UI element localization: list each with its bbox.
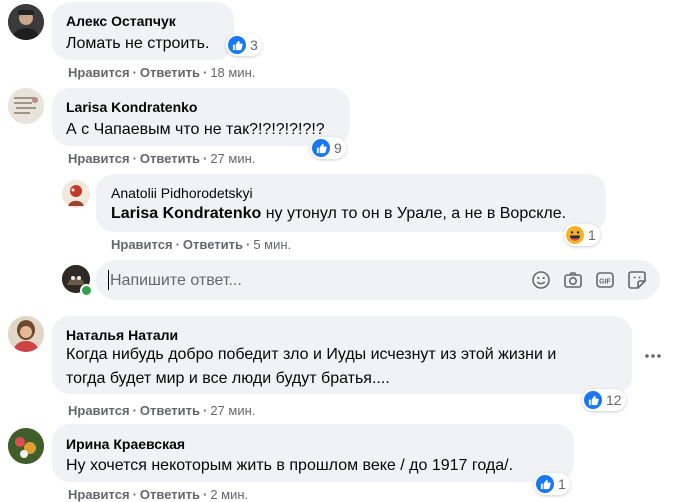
avatar-image bbox=[8, 428, 44, 464]
gif-icon[interactable]: GIF bbox=[594, 269, 616, 291]
more-options-icon[interactable] bbox=[639, 342, 667, 370]
comment-author[interactable]: Алекс Остапчук bbox=[66, 13, 176, 29]
like-button[interactable]: Нравится bbox=[68, 151, 130, 166]
like-icon bbox=[536, 475, 554, 493]
comment-actions: Нравится · Ответить · 2 мин. bbox=[68, 487, 248, 502]
separator: · bbox=[202, 487, 208, 502]
mention-link[interactable]: Larisa Kondratenko bbox=[111, 205, 261, 222]
reply-button[interactable]: Ответить bbox=[140, 151, 200, 166]
reaction-summary[interactable]: 12 bbox=[582, 389, 626, 411]
separator: · bbox=[132, 487, 137, 502]
camera-icon[interactable] bbox=[562, 269, 584, 291]
separator: · bbox=[202, 151, 208, 166]
comment-author[interactable]: Ирина Краевская bbox=[66, 436, 185, 452]
reply-button[interactable]: Ответить bbox=[140, 403, 200, 418]
comment-text: А с Чапаевым что не так?!?!?!?!?!? bbox=[66, 121, 325, 138]
comment-actions: Нравится · Ответить · 27 мин. bbox=[68, 403, 255, 418]
comment-text: Ну хочется некоторым жить в прошлом веке… bbox=[66, 457, 514, 474]
comment-actions: Нравится · Ответить · 27 мин. bbox=[68, 151, 255, 166]
reply-input[interactable] bbox=[108, 268, 492, 294]
timestamp[interactable]: 18 мин. bbox=[210, 65, 255, 80]
avatar[interactable] bbox=[8, 316, 44, 352]
reaction-count: 3 bbox=[250, 37, 258, 53]
reaction-summary[interactable]: 9 bbox=[310, 137, 346, 159]
avatar[interactable] bbox=[8, 4, 44, 40]
timestamp[interactable]: 27 мин. bbox=[210, 151, 255, 166]
avatar-image bbox=[8, 88, 44, 124]
separator: · bbox=[245, 237, 251, 252]
timestamp[interactable]: 5 мин. bbox=[253, 237, 291, 252]
avatar-image bbox=[8, 316, 44, 352]
reaction-count: 1 bbox=[558, 476, 566, 492]
comment-actions: Нравится · Ответить · 18 мин. bbox=[68, 65, 255, 80]
avatar[interactable] bbox=[8, 428, 44, 464]
sticker-icon[interactable] bbox=[626, 269, 648, 291]
reaction-count: 9 bbox=[334, 140, 342, 156]
reaction-summary[interactable]: 3 bbox=[226, 34, 262, 56]
timestamp[interactable]: 27 мин. bbox=[210, 403, 255, 418]
comment-text: Larisa Kondratenko ну утонул то он в Ура… bbox=[111, 202, 566, 226]
comment-author[interactable]: Anatolii Pidhorodetskyi bbox=[111, 185, 253, 201]
avatar[interactable] bbox=[62, 180, 90, 208]
separator: · bbox=[132, 151, 137, 166]
comment-author[interactable]: Larisa Kondratenko bbox=[66, 99, 197, 115]
like-button[interactable]: Нравится bbox=[111, 237, 173, 252]
haha-icon bbox=[566, 226, 584, 244]
like-button[interactable]: Нравится bbox=[68, 487, 130, 502]
separator: · bbox=[132, 403, 137, 418]
comment-text-line: Когда нибудь добро победит зло и Иуды ис… bbox=[66, 346, 557, 363]
emoji-icon[interactable] bbox=[530, 269, 552, 291]
comment-author[interactable]: Наталья Натали bbox=[66, 327, 178, 343]
reaction-count: 12 bbox=[606, 392, 622, 408]
comment-text-line: тогда будет мир и все люди будут братья.… bbox=[66, 370, 390, 387]
avatar-image bbox=[8, 4, 44, 40]
like-icon bbox=[312, 139, 330, 157]
avatar[interactable] bbox=[8, 88, 44, 124]
reply-button[interactable]: Ответить bbox=[140, 65, 200, 80]
like-icon bbox=[228, 36, 246, 54]
reaction-summary[interactable]: 1 bbox=[564, 224, 600, 246]
timestamp[interactable]: 2 мин. bbox=[210, 487, 248, 502]
reaction-count: 1 bbox=[588, 227, 596, 243]
comment-actions: Нравится · Ответить · 5 мин. bbox=[111, 237, 291, 252]
separator: · bbox=[175, 237, 180, 252]
comment-text: Ломать не строить. bbox=[66, 35, 210, 52]
online-status-dot bbox=[80, 284, 93, 297]
reply-button[interactable]: Ответить bbox=[183, 237, 243, 252]
separator: · bbox=[202, 403, 208, 418]
avatar-image bbox=[62, 180, 90, 208]
like-button[interactable]: Нравится bbox=[68, 65, 130, 80]
reply-button[interactable]: Ответить bbox=[140, 487, 200, 502]
svg-text:GIF: GIF bbox=[599, 279, 611, 286]
reply-input-box[interactable]: GIF bbox=[96, 260, 660, 300]
like-icon bbox=[584, 391, 602, 409]
separator: · bbox=[202, 65, 208, 80]
comment-body: ну утонул то он в Урале, а не в Ворскле. bbox=[261, 205, 567, 222]
separator: · bbox=[132, 65, 137, 80]
like-button[interactable]: Нравится bbox=[68, 403, 130, 418]
reaction-summary[interactable]: 1 bbox=[534, 473, 570, 495]
